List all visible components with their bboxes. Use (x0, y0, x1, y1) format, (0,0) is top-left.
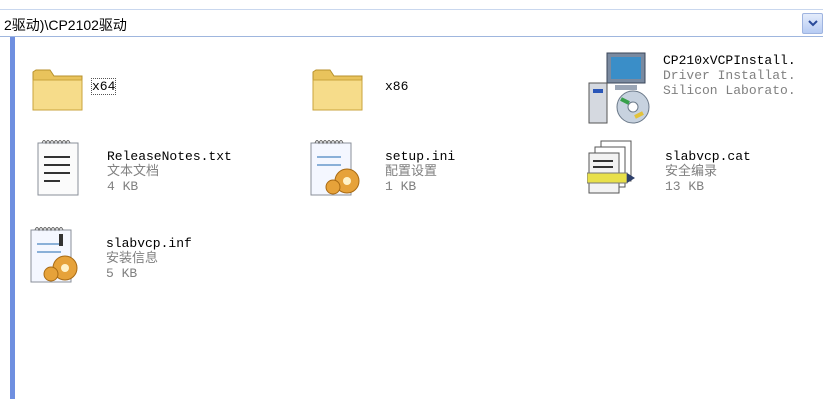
setup-info-icon (25, 224, 81, 283)
file-name: slabvcp.inf (106, 236, 192, 251)
file-type: 安全编录 (665, 164, 718, 179)
address-bar[interactable]: 2驱动)\CP2102驱动 (0, 9, 823, 37)
file-item-x64[interactable]: x64 (30, 58, 290, 122)
file-type: 安装信息 (106, 251, 159, 266)
file-size: 4 KB (107, 179, 139, 194)
file-name: ReleaseNotes.txt (107, 149, 232, 164)
file-item-releasenotes[interactable]: ReleaseNotes.txt 文本文档 4 KB (30, 137, 290, 201)
config-settings-icon (305, 137, 361, 196)
folder-icon (30, 58, 86, 116)
file-name: x86 (385, 79, 409, 94)
file-size: 5 KB (106, 266, 138, 281)
address-dropdown-button[interactable] (802, 13, 823, 34)
file-type: 配置设置 (385, 164, 438, 179)
file-list: x64 x86 CP210xVCPInstall. Driver Install… (15, 37, 823, 399)
file-type: 文本文档 (107, 164, 160, 179)
chevron-down-icon (808, 20, 818, 27)
file-name: CP210xVCPInstall. (663, 53, 796, 68)
text-document-icon (30, 137, 86, 196)
address-path[interactable]: 2驱动)\CP2102驱动 (4, 15, 127, 35)
file-item-setup-ini[interactable]: setup.ini 配置设置 1 KB (305, 137, 565, 201)
file-name: setup.ini (385, 149, 456, 164)
file-item-x86[interactable]: x86 (310, 58, 570, 122)
installer-icon (585, 49, 650, 124)
file-publisher: Silicon Laborato. (663, 83, 796, 98)
file-size: 13 KB (665, 179, 705, 194)
file-item-slabvcp-cat[interactable]: slabvcp.cat 安全编录 13 KB (586, 137, 823, 201)
file-item-slabvcp-inf[interactable]: slabvcp.inf 安装信息 5 KB (25, 224, 285, 288)
file-name: x64 (90, 78, 117, 95)
file-type: Driver Installat. (663, 68, 796, 83)
security-catalog-icon (586, 137, 643, 195)
folder-icon (310, 58, 366, 116)
file-item-installer[interactable]: CP210xVCPInstall. Driver Installat. Sili… (585, 49, 823, 124)
file-name: slabvcp.cat (665, 149, 751, 164)
file-size: 1 KB (385, 179, 417, 194)
